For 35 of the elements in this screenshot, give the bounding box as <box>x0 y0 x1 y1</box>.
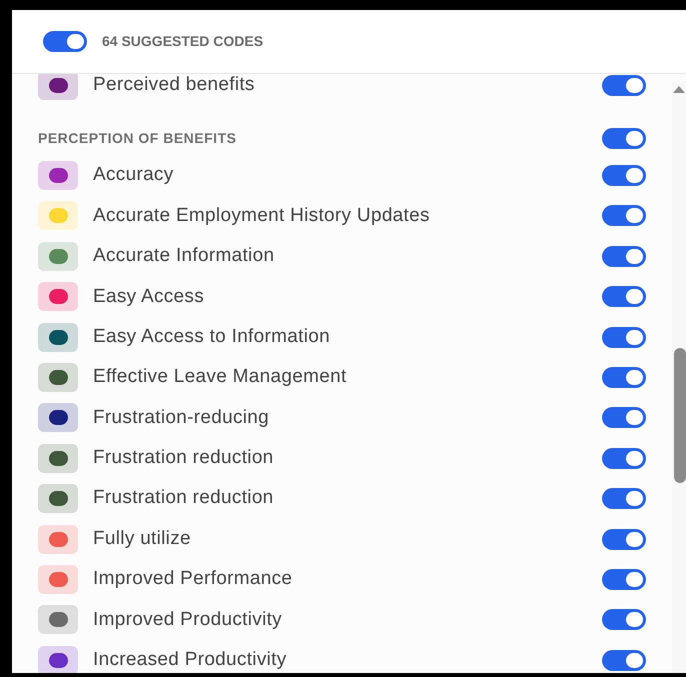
code-label: Accurate Information <box>93 244 276 268</box>
code-label: Accuracy <box>93 163 175 188</box>
toggle-switch[interactable] <box>602 488 646 510</box>
scrollbar-thumb[interactable] <box>674 348 686 483</box>
scroll-up-icon[interactable] <box>673 86 685 93</box>
toggle-switch[interactable] <box>602 407 646 428</box>
code-label: Improved Performance <box>93 567 294 592</box>
suggested-codes-label: 64 SUGGESTED CODES <box>102 32 264 51</box>
toggle-switch[interactable] <box>602 286 646 308</box>
code-label: Accurate Employment History Updates <box>93 204 431 228</box>
code-label: Easy Access to Information <box>93 324 331 349</box>
toggle-switch[interactable] <box>602 650 646 671</box>
toggle-switch[interactable] <box>602 326 646 348</box>
code-label: Easy Access <box>93 284 206 308</box>
toggle-switch[interactable] <box>602 205 646 226</box>
code-label: Effective Leave Management <box>93 365 348 390</box>
code-label: Frustration reduction <box>93 486 275 510</box>
toggle-switch[interactable] <box>602 528 646 550</box>
toggle-switch[interactable] <box>602 165 646 186</box>
code-label: Frustration-reducing <box>93 406 270 430</box>
toggle-switch[interactable] <box>602 367 646 388</box>
code-label: Fully utilize <box>93 526 192 551</box>
code-label: Increased Productivity <box>93 648 288 672</box>
category-heading: PERCEPTION OF BENEFITS <box>38 129 236 148</box>
toggle-switch[interactable] <box>43 31 87 52</box>
toggle-switch[interactable] <box>602 246 646 267</box>
toggle-switch[interactable] <box>602 568 646 590</box>
toggle-switch[interactable] <box>602 74 646 96</box>
toggle-switch[interactable] <box>602 448 646 469</box>
scrollbar-track[interactable] <box>672 82 686 673</box>
toggle-switch[interactable] <box>602 609 646 630</box>
code-label: Frustration reduction <box>93 446 275 470</box>
toggle-switch[interactable] <box>602 128 646 150</box>
code-label: Improved Productivity <box>93 608 283 632</box>
code-label: Perceived benefits <box>93 72 256 97</box>
